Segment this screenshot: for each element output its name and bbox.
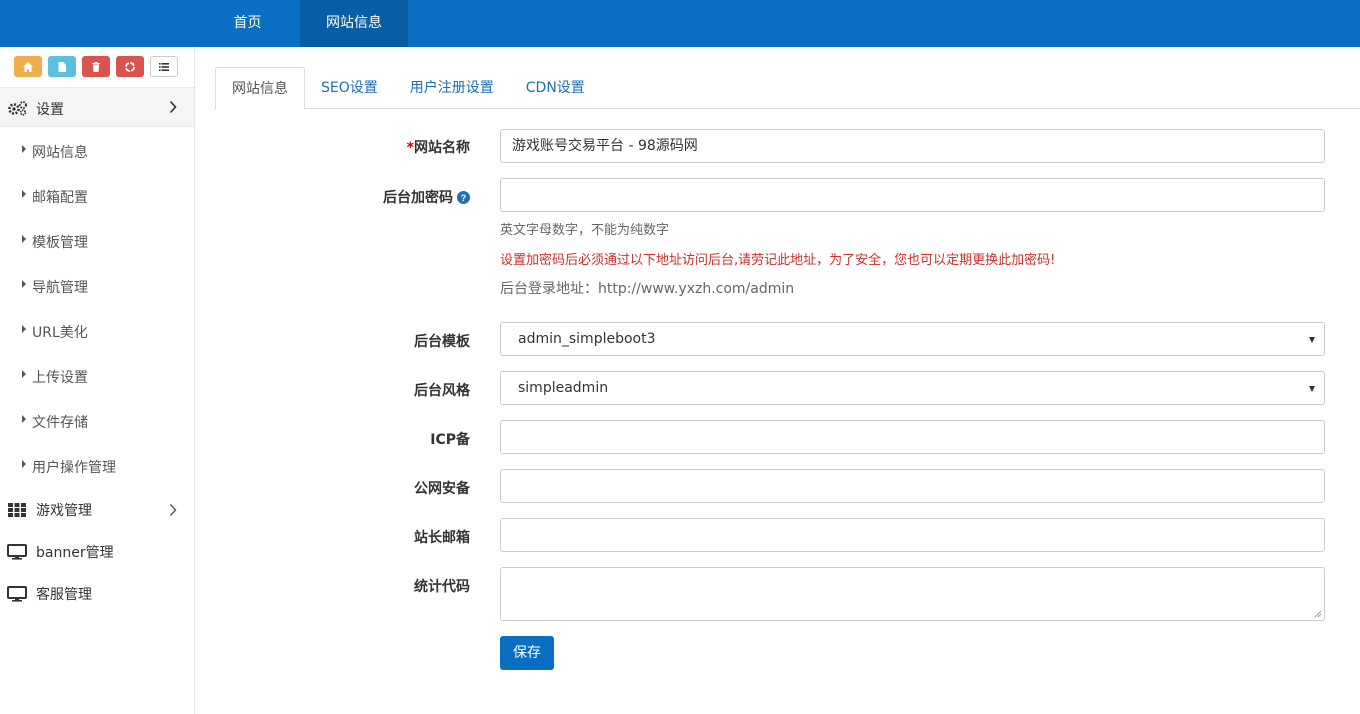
sidebar: 设置 网站信息 邮箱配置 模板管理 导航管理 URL美化 上传设置 文件存储 用… xyxy=(0,47,195,714)
tab-cdn[interactable]: CDN设置 xyxy=(510,67,601,109)
file-icon xyxy=(58,61,66,72)
sidebar-item-settings[interactable]: 设置 xyxy=(0,87,194,127)
sidebar-item-label: 设置 xyxy=(36,102,64,118)
sidebar-item-upload[interactable]: 上传设置 xyxy=(0,354,194,399)
admin-email-label: 站长邮箱 xyxy=(414,530,470,546)
admin-theme-label: 后台模板 xyxy=(414,334,470,350)
tab-user-register[interactable]: 用户注册设置 xyxy=(394,67,510,109)
caret-right-icon xyxy=(22,325,26,333)
site-name-label: *网站名称 xyxy=(406,140,470,156)
resize-grip-icon[interactable] xyxy=(1314,610,1322,618)
sidebar-item-label: banner管理 xyxy=(36,545,114,561)
caret-right-icon xyxy=(22,415,26,423)
dropdown-arrow-icon xyxy=(1309,386,1315,392)
stat-code-textarea[interactable] xyxy=(500,567,1325,621)
sidebar-item-label: 上传设置 xyxy=(32,370,88,386)
sidebar-item-customer-service[interactable]: 客服管理 xyxy=(0,573,194,615)
admin-theme-select[interactable]: admin_simpleboot3 xyxy=(500,322,1325,356)
sidebar-item-storage[interactable]: 文件存储 xyxy=(0,399,194,444)
svg-text:?: ? xyxy=(461,193,467,203)
icp-input[interactable] xyxy=(500,420,1325,454)
list-icon xyxy=(159,62,169,71)
sidebar-item-template[interactable]: 模板管理 xyxy=(0,219,194,264)
stat-code-label: 统计代码 xyxy=(414,579,470,595)
sidebar-item-banner[interactable]: banner管理 xyxy=(0,531,194,573)
question-circle-icon[interactable]: ? xyxy=(457,191,470,204)
caret-right-icon xyxy=(22,460,26,468)
nav-site-info[interactable]: 网站信息 xyxy=(300,0,408,47)
caret-right-icon xyxy=(22,235,26,243)
required-mark: * xyxy=(406,140,414,156)
sidebar-item-label: 游戏管理 xyxy=(36,503,92,519)
sidebar-item-url-rewrite[interactable]: URL美化 xyxy=(0,309,194,354)
shortcut-bar xyxy=(14,56,178,77)
recycle-icon xyxy=(125,61,135,72)
sidebar-item-navigation[interactable]: 导航管理 xyxy=(0,264,194,309)
save-button[interactable]: 保存 xyxy=(500,636,554,670)
admin-password-label: 后台加密码? xyxy=(195,187,470,207)
chevron-right-icon xyxy=(169,100,177,114)
sidebar-item-label: 网站信息 xyxy=(32,145,88,161)
admin-password-input[interactable] xyxy=(500,178,1325,212)
sidebar-main-menu: 游戏管理 banner管理 客服管理 xyxy=(0,489,194,615)
top-navbar: 首页 网站信息 xyxy=(0,0,1360,47)
sidebar-item-site-info[interactable]: 网站信息 xyxy=(0,129,194,174)
caret-right-icon xyxy=(22,370,26,378)
sidebar-item-user-actions[interactable]: 用户操作管理 xyxy=(0,444,194,489)
tab-site-info[interactable]: 网站信息 xyxy=(215,67,305,110)
trash-shortcut-button[interactable] xyxy=(82,56,110,77)
list-shortcut-button[interactable] xyxy=(150,56,178,77)
caret-right-icon xyxy=(22,280,26,288)
site-name-input[interactable]: 游戏账号交易平台 - 98源码网 xyxy=(500,129,1325,163)
nav-home[interactable]: 首页 xyxy=(195,0,300,47)
grid-icon xyxy=(8,503,26,517)
trash-icon xyxy=(92,61,100,72)
admin-style-label: 后台风格 xyxy=(414,383,470,399)
gears-icon xyxy=(8,101,27,116)
sidebar-item-label: 导航管理 xyxy=(32,280,88,296)
settings-submenu: 网站信息 邮箱配置 模板管理 导航管理 URL美化 上传设置 文件存储 用户操作… xyxy=(0,129,194,489)
caret-right-icon xyxy=(22,190,26,198)
caret-right-icon xyxy=(22,145,26,153)
admin-password-warning: 设置加密码后必须通过以下地址访问后台,请劳记此地址，为了安全，您也可以定期更换此… xyxy=(500,253,1056,268)
recycle-shortcut-button[interactable] xyxy=(116,56,144,77)
sidebar-item-mail-config[interactable]: 邮箱配置 xyxy=(0,174,194,219)
admin-email-input[interactable] xyxy=(500,518,1325,552)
tab-seo[interactable]: SEO设置 xyxy=(305,67,394,109)
dropdown-arrow-icon xyxy=(1309,337,1315,343)
admin-password-help: 英文字母数字，不能为纯数字 xyxy=(500,223,670,238)
home-shortcut-button[interactable] xyxy=(14,56,42,77)
main-content: 网站信息 SEO设置 用户注册设置 CDN设置 *网站名称 游戏账号交易平台 -… xyxy=(195,47,1360,714)
sidebar-item-game-management[interactable]: 游戏管理 xyxy=(0,489,194,531)
sidebar-item-label: 客服管理 xyxy=(36,587,92,603)
sidebar-item-label: 邮箱配置 xyxy=(32,190,88,206)
icp-label: ICP备 xyxy=(430,432,470,448)
police-record-label: 公网安备 xyxy=(414,481,470,497)
top-nav: 首页 网站信息 xyxy=(195,0,408,47)
file-shortcut-button[interactable] xyxy=(48,56,76,77)
home-icon xyxy=(23,61,33,72)
sidebar-item-label: 用户操作管理 xyxy=(32,460,116,476)
tab-bar: 网站信息 SEO设置 用户注册设置 CDN设置 xyxy=(215,67,1360,110)
monitor-icon xyxy=(7,586,27,602)
police-record-input[interactable] xyxy=(500,469,1325,503)
sidebar-item-label: 模板管理 xyxy=(32,235,88,251)
admin-style-select[interactable]: simpleadmin xyxy=(500,371,1325,405)
admin-login-url: 后台登录地址：http://www.yxzh.com/admin xyxy=(500,281,795,297)
chevron-right-icon xyxy=(169,504,177,516)
sidebar-item-label: URL美化 xyxy=(32,325,88,341)
monitor-icon xyxy=(7,544,27,560)
sidebar-item-label: 文件存储 xyxy=(32,415,88,431)
